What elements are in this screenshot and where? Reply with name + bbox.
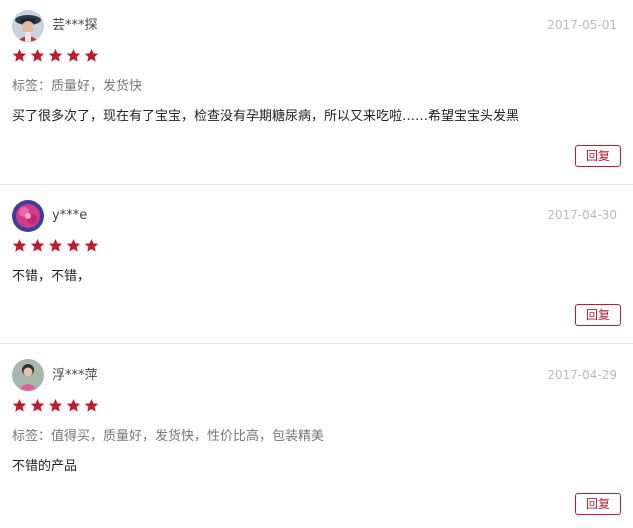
star-rating xyxy=(12,238,99,254)
reply-button[interactable]: 回复 xyxy=(575,493,621,515)
review-content: 买了很多次了，现在有了宝宝，检查没有孕期糖尿病，所以又来吃啦……希望宝宝头发黑 xyxy=(12,109,520,124)
star-icon xyxy=(48,238,63,252)
review-date: 2017-05-01 xyxy=(547,18,617,32)
review-item: 芸***探 2017-05-01 标签：质量好，发货快 买了很多次了，现在有了宝… xyxy=(0,0,633,185)
review-content: 不错，不错， xyxy=(12,269,91,284)
star-icon xyxy=(30,48,45,62)
review-date: 2017-04-30 xyxy=(547,208,617,222)
star-icon xyxy=(12,238,27,252)
user-avatar[interactable] xyxy=(12,200,44,232)
review-tags: 标签：质量好，发货快 xyxy=(12,79,143,94)
star-icon xyxy=(30,398,45,412)
user-avatar[interactable] xyxy=(12,359,44,391)
reply-button[interactable]: 回复 xyxy=(575,145,621,167)
username: 芸***探 xyxy=(52,18,98,33)
star-icon xyxy=(66,398,81,412)
user-avatar[interactable] xyxy=(12,10,44,42)
review-item: y***e 2017-04-30 不错，不错， 回复 xyxy=(0,185,633,344)
review-date: 2017-04-29 xyxy=(547,368,617,382)
star-icon xyxy=(84,398,99,412)
username: 浮***萍 xyxy=(52,368,98,383)
review-content: 不错的产品 xyxy=(12,459,78,474)
star-icon xyxy=(84,238,99,252)
star-icon xyxy=(48,398,63,412)
avatar-photo-person-pink xyxy=(12,359,44,391)
star-rating xyxy=(12,398,99,414)
review-item: 浮***萍 2017-04-29 标签：值得买，质量好，发货快，性价比高，包装精… xyxy=(0,344,633,528)
avatar-photo-person-with-hat xyxy=(12,10,44,42)
avatar-photo-pink-flower xyxy=(12,200,44,232)
star-icon xyxy=(66,238,81,252)
username: y***e xyxy=(52,208,88,223)
star-rating xyxy=(12,48,99,64)
star-icon xyxy=(12,398,27,412)
star-icon xyxy=(66,48,81,62)
star-icon xyxy=(84,48,99,62)
star-icon xyxy=(30,238,45,252)
star-icon xyxy=(12,48,27,62)
star-icon xyxy=(48,48,63,62)
review-tags: 标签：值得买，质量好，发货快，性价比高，包装精美 xyxy=(12,429,325,444)
reply-button[interactable]: 回复 xyxy=(575,304,621,326)
